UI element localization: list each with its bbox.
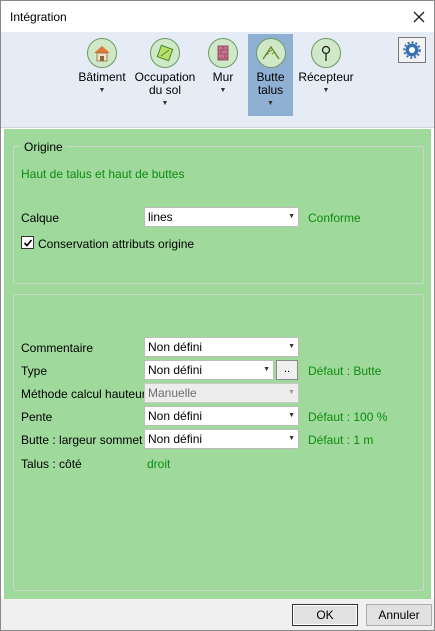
methode-label: Méthode calcul hauteur	[21, 387, 146, 401]
main-panel: Origine Haut de talus et haut de buttes …	[4, 129, 431, 599]
chevron-down-icon: ▼	[288, 213, 295, 220]
chevron-down-icon: ▼	[288, 412, 295, 419]
cote-value: droit	[147, 457, 171, 471]
commentaire-label: Commentaire	[21, 341, 94, 355]
land-use-icon	[150, 38, 180, 68]
largeur-default: Défaut : 1 m	[308, 433, 374, 447]
methode-value: Manuelle	[148, 386, 197, 400]
title-bar: Intégration	[1, 1, 434, 32]
type-select[interactable]: Non défini ▼	[144, 360, 274, 380]
dialog-footer: OK Annuler	[1, 599, 434, 630]
embankment-icon	[255, 38, 286, 68]
largeur-value: Non défini	[148, 432, 203, 446]
type-value: Non défini	[148, 363, 203, 377]
ok-button[interactable]: OK	[292, 604, 358, 626]
type-default: Défaut : Butte	[308, 364, 382, 378]
ribbon-toolbar: Bâtiment ▼ Occupation du sol ▼ Mur ▼ But…	[1, 32, 434, 128]
cancel-button[interactable]: Annuler	[366, 604, 432, 626]
largeur-label: Butte : largeur sommet	[21, 433, 143, 447]
wall-icon	[208, 38, 238, 68]
check-icon	[23, 238, 32, 247]
origin-subtitle: Haut de talus et haut de buttes	[21, 167, 185, 181]
conservation-label: Conservation attributs origine	[38, 237, 195, 251]
ribbon-button-mur[interactable]: Mur ▼	[204, 34, 242, 116]
pente-value: Non défini	[148, 409, 203, 423]
close-button[interactable]	[404, 1, 434, 32]
ribbon-label-line2: talus	[257, 83, 284, 97]
ribbon-label-mur: Mur	[212, 70, 234, 84]
receiver-icon	[311, 38, 341, 68]
calque-value: lines	[148, 210, 173, 224]
calque-label: Calque	[21, 211, 60, 225]
close-icon	[413, 11, 425, 22]
building-icon	[87, 38, 117, 68]
ribbon-label-batiment: Bâtiment	[78, 70, 126, 84]
origin-legend: Origine	[21, 140, 66, 154]
calque-status: Conforme	[308, 211, 361, 225]
chevron-down-icon: ▼	[263, 366, 270, 373]
type-label: Type	[21, 364, 48, 378]
ribbon-button-occupation-sol[interactable]: Occupation du sol ▼	[134, 34, 196, 116]
commentaire-value: Non défini	[148, 340, 203, 354]
ribbon-label-occupation: Occupation du sol	[135, 71, 196, 97]
pente-default: Défaut : 100 %	[308, 410, 388, 424]
cote-label: Talus : côté	[21, 457, 82, 471]
chevron-down-icon: ▼	[288, 343, 295, 350]
conservation-checkbox[interactable]	[21, 236, 34, 249]
pente-label: Pente	[21, 410, 53, 424]
chevron-down-icon: ▼	[219, 87, 227, 94]
ribbon-button-butte-talus[interactable]: Butte talus ▼	[248, 34, 293, 116]
gear-icon	[403, 41, 421, 59]
largeur-select[interactable]: Non défini ▼	[144, 429, 299, 449]
ribbon-label-recepteur: Récepteur	[298, 70, 354, 84]
chevron-down-icon: ▼	[267, 100, 274, 107]
calque-select[interactable]: lines ▼	[144, 207, 299, 227]
pente-select[interactable]: Non défini ▼	[144, 406, 299, 426]
commentaire-select[interactable]: Non défini ▼	[144, 337, 299, 357]
chevron-down-icon: ▼	[288, 435, 295, 442]
chevron-down-icon: ▼	[161, 100, 169, 107]
chevron-down-icon: ▼	[288, 389, 295, 396]
window-title: Intégration	[10, 10, 67, 24]
type-browse-button[interactable]: ..	[276, 360, 298, 380]
methode-select: Manuelle ▼	[144, 383, 299, 403]
ribbon-label-line2: du sol	[148, 83, 181, 97]
integration-dialog: Intégration Bâtiment ▼ Occupation du sol…	[0, 0, 435, 631]
ribbon-button-batiment[interactable]: Bâtiment ▼	[77, 34, 127, 116]
chevron-down-icon: ▼	[98, 87, 106, 94]
ribbon-label-butte: Butte talus	[256, 71, 284, 97]
settings-button[interactable]	[398, 37, 426, 63]
chevron-down-icon: ▼	[322, 87, 330, 94]
ribbon-button-recepteur[interactable]: Récepteur ▼	[298, 34, 354, 116]
